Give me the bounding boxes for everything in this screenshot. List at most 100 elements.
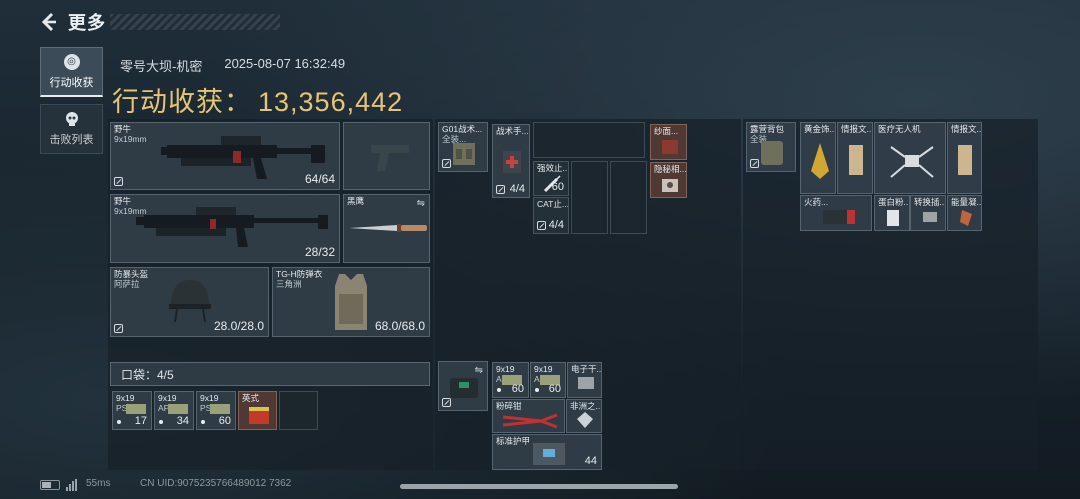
ping-value: 55ms [86, 478, 111, 489]
backpack-item-4[interactable]: 粉碎钳 [492, 399, 565, 433]
item-name: 转换插... [914, 197, 946, 207]
item-count: 60 [511, 383, 524, 395]
count-dot [201, 420, 205, 424]
electronics-icon [578, 377, 594, 389]
rig-empty-slot[interactable] [610, 161, 647, 234]
count-dot [535, 388, 539, 392]
item-name: 纱面... [654, 126, 679, 136]
pocket-item-1[interactable]: 9x19 PSO 17 [112, 391, 152, 430]
document-icon [849, 145, 863, 175]
rig-empty-slot[interactable] [533, 122, 645, 158]
helmet-name: 防暴头盔 [114, 269, 149, 279]
armor-slot[interactable]: TG-H防弹衣 三角洲 68.0/68.0 [272, 267, 430, 337]
pocket-item-2[interactable]: 9x19 AP6.3 34 [154, 391, 194, 430]
loot-label: 行动收获： [112, 87, 252, 117]
backpack-item-6[interactable]: 标准护甲 44 [492, 434, 602, 470]
rig-item-5[interactable]: 隐秘相... [650, 162, 687, 198]
bag2-item-8[interactable]: 能量凝... [947, 195, 982, 231]
bag2-name: 露营背包 [750, 124, 785, 134]
pistol-slot[interactable] [343, 122, 430, 190]
backpack-icon [450, 378, 478, 398]
armor-plate-icon [533, 443, 565, 465]
rig-empty-slot[interactable] [571, 161, 608, 234]
page-title: 更多 [68, 13, 106, 33]
count-dot [159, 420, 163, 424]
bag2-item-2[interactable]: 情报文... [837, 122, 873, 194]
lock-icon [114, 177, 123, 186]
bag2-slot[interactable]: 露营背包 全装... [746, 122, 796, 172]
bolt-cutter-icon [502, 413, 558, 429]
pocket-header: 口袋：4/5 [110, 362, 430, 386]
weapon-ammo: 64/64 [304, 172, 335, 186]
user-uid: CN UID:9075235766489012 7362 [140, 478, 292, 489]
document-icon [958, 145, 972, 175]
rig-slot[interactable]: G01战术... 全装... [438, 122, 488, 172]
helmet-durability: 28.0/28.0 [213, 319, 264, 333]
lock-icon [750, 159, 759, 168]
item-name: 英式 [242, 393, 260, 403]
item-name: 粉碎钳 [496, 401, 522, 411]
lock-icon [442, 159, 451, 168]
item-count: 44 [584, 455, 597, 467]
ammo-box-icon [126, 404, 146, 414]
backpack-slot[interactable]: ⇋ [438, 361, 488, 411]
item-name: 能量凝... [951, 197, 982, 207]
bag2-item-4[interactable]: 情报文... [947, 122, 982, 194]
pocket-item-3[interactable]: 9x19 PSO 60 [196, 391, 236, 430]
rig-item-3[interactable]: CAT止... 4/4 [533, 197, 569, 234]
item-count: 17 [134, 415, 147, 427]
weapon-name: 野牛 [114, 124, 132, 134]
vest-icon [335, 274, 367, 330]
secondary-weapon-slot[interactable]: 野牛 9x19mm 28/32 [110, 194, 340, 263]
backpack-item-3[interactable]: 电子干... [567, 362, 602, 398]
item-count: 4/4 [548, 219, 564, 231]
rig-item-2[interactable]: 强效止... 60 [533, 161, 569, 196]
item-name: 情报文... [841, 124, 873, 134]
tab-loot[interactable]: ◎ 行动收获 [40, 47, 103, 97]
backpack-item-1[interactable]: 9x19 AP6.3 60 [492, 362, 529, 398]
item-name: 医疗无人机 [878, 124, 921, 134]
skull-icon [65, 112, 78, 126]
primary-weapon-slot[interactable]: 野牛 9x19mm 64/64 [110, 122, 340, 190]
count-dot [497, 388, 501, 392]
armor-durability: 68.0/68.0 [374, 319, 425, 333]
back-arrow-icon[interactable] [40, 12, 58, 32]
item-name: CAT止... [537, 199, 569, 209]
pocket-item-empty[interactable] [279, 391, 318, 430]
loot-total: 行动收获： 13,356,442 [112, 80, 403, 119]
bag2-item-1[interactable]: 黄金饰... [800, 122, 836, 194]
map-name: 零号大坝-机密 [120, 59, 203, 74]
top-bar: 更多 [40, 8, 280, 36]
loot-value: 13,356,442 [258, 87, 404, 117]
item-count: 4/4 [509, 183, 525, 195]
tab-kills[interactable]: 击败列表 [40, 104, 103, 154]
pocket-item-4[interactable]: 英式 [238, 391, 277, 430]
armor-sub: 三角洲 [276, 279, 302, 289]
bag2-item-3[interactable]: 医疗无人机 [874, 122, 946, 194]
melee-slot[interactable]: 黑鹰 ⇋ [343, 194, 430, 263]
bag2-item-7[interactable]: 转换插... [910, 195, 946, 231]
rig-item-4[interactable]: 纱面... [650, 124, 687, 160]
backpack-item-5[interactable]: 非洲之... [566, 399, 602, 433]
helmet-sub: 阿萨拉 [114, 279, 140, 289]
energy-gel-icon [960, 210, 972, 226]
home-indicator[interactable] [400, 484, 678, 489]
tab-loot-label: 行动收获 [49, 76, 94, 89]
adapter-icon [923, 212, 937, 222]
knife-icon [349, 224, 427, 232]
bag2-item-6[interactable]: 蛋白粉... [874, 195, 910, 231]
tab-kills-label: 击败列表 [49, 134, 94, 146]
rig-item-1[interactable]: 战术手... 4/4 [492, 124, 530, 198]
item-count: 60 [551, 181, 564, 193]
bag2-item-5[interactable]: 火药... [800, 195, 872, 231]
diamond-icon [577, 412, 593, 428]
lock-icon [537, 221, 546, 230]
backpack-item-2[interactable]: 9x19 AP6.3 60 [530, 362, 566, 398]
drone-icon [890, 146, 934, 178]
helmet-slot[interactable]: 防暴头盔 阿萨拉 28.0/28.0 [110, 267, 269, 337]
cloth-icon [662, 140, 678, 154]
title-decoration [110, 14, 280, 30]
battery-icon [40, 480, 60, 490]
swap-icon[interactable]: ⇋ [417, 198, 425, 209]
raid-datetime: 2025-08-07 16:32:49 [224, 56, 346, 71]
